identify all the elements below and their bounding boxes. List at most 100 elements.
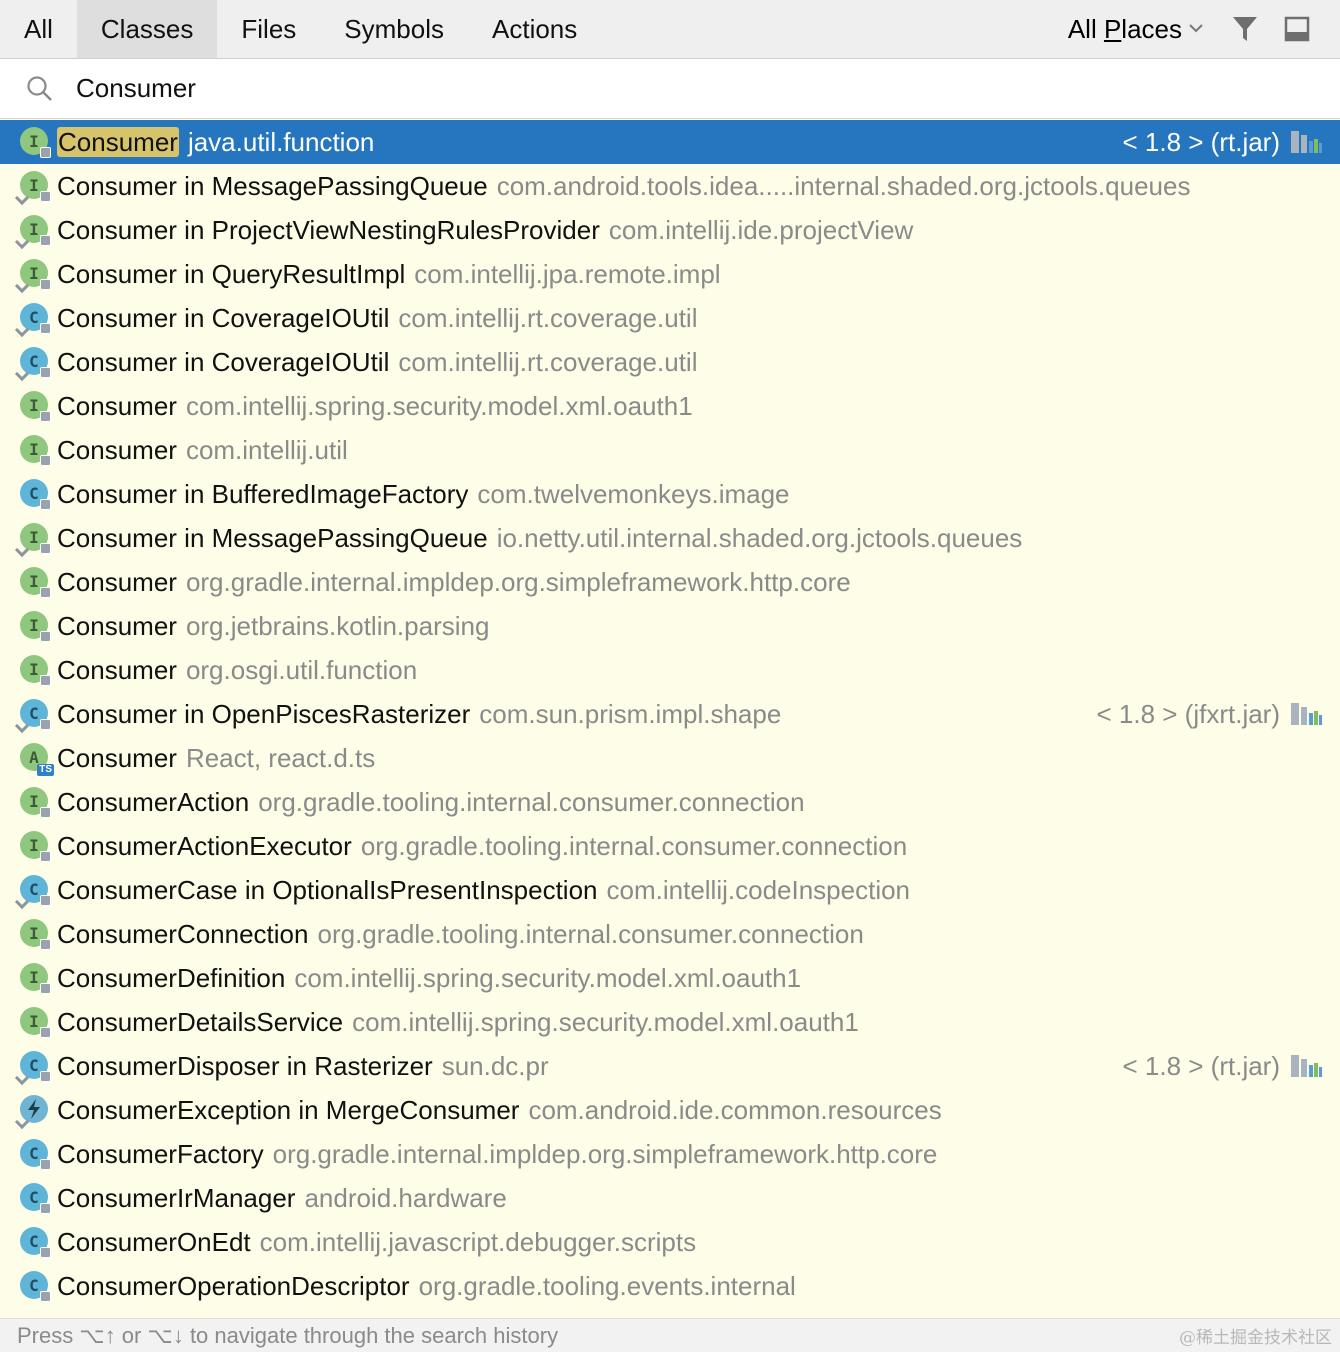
result-name: Consumer in MessagePassingQueue — [57, 523, 488, 554]
result-row[interactable]: ConsumerException in MergeConsumer com.an… — [0, 1088, 1340, 1132]
result-name-match: Consumer — [57, 742, 177, 773]
result-row[interactable]: C ConsumerOnEdt com.intellij.javascript.de… — [0, 1220, 1340, 1264]
result-package: io.netty.util.internal.shaded.org.jctool… — [496, 522, 1023, 553]
tab-actions[interactable]: Actions — [468, 0, 601, 58]
result-name-rest: in MessagePassingQueue — [176, 170, 488, 201]
result-name-match: Consumer — [57, 170, 177, 201]
result-name: Consumer in QueryResultImpl — [57, 259, 405, 290]
interface-icon: I — [14, 215, 51, 250]
result-name-match: Consumer — [57, 346, 177, 377]
result-name: Consumer — [57, 435, 177, 466]
result-name-rest: in BufferedImageFactory — [176, 478, 469, 509]
tab-classes[interactable]: Classes — [76, 0, 218, 58]
interface-icon: I — [20, 655, 51, 686]
scope-label-mnemonic: P — [1103, 13, 1122, 44]
search-everywhere-tabbar: All Classes Files Symbols Actions All Pl… — [0, 0, 1340, 59]
result-name-match: Consumer — [57, 874, 177, 905]
result-name-rest: IrManager — [176, 1182, 296, 1213]
result-row[interactable]: I Consumer in MessagePassingQueue com.andr… — [0, 164, 1340, 208]
tab-all[interactable]: All — [0, 0, 77, 58]
class-icon: C — [14, 347, 51, 382]
result-package: org.gradle.tooling.internal.consumer.con… — [258, 786, 805, 817]
result-name-rest: in CoverageIOUtil — [176, 302, 390, 333]
result-name: Consumer in BufferedImageFactory — [57, 479, 468, 510]
interface-icon: I — [20, 919, 51, 950]
result-package: com.twelvemonkeys.image — [477, 478, 790, 509]
result-row[interactable]: I Consumer com.intellij.util — [0, 428, 1340, 472]
result-row[interactable]: C ConsumerOperationDescriptor org.gradle.t… — [0, 1264, 1340, 1308]
result-library-location: < 1.8 > (jfxrt.jar) — [1096, 698, 1281, 729]
search-input[interactable] — [76, 73, 1276, 104]
result-name-rest: in ProjectViewNestingRulesProvider — [176, 214, 600, 245]
result-name: Consumer in MessagePassingQueue — [57, 171, 488, 202]
result-name-rest: Disposer in Rasterizer — [176, 1050, 433, 1081]
result-name-match: Consumer — [57, 390, 177, 421]
result-package: org.gradle.tooling.internal.consumer.con… — [360, 830, 908, 861]
interface-icon: I — [20, 1007, 51, 1038]
result-row[interactable]: I Consumer org.osgi.util.function — [0, 648, 1340, 692]
interface-icon: I — [20, 611, 51, 642]
result-row[interactable]: I ConsumerDefinition com.intellij.spring.s… — [0, 956, 1340, 1000]
result-row[interactable]: I ConsumerAction org.gradle.tooling.intern… — [0, 780, 1340, 824]
result-name-match: Consumer — [57, 786, 177, 817]
interface-icon: I — [20, 127, 51, 158]
result-name: Consumer in ProjectViewNestingRulesProvi… — [57, 215, 600, 246]
interface-icon: I — [20, 567, 51, 598]
result-package: com.intellij.codeInspection — [606, 874, 911, 905]
result-row[interactable]: I Consumer org.jetbrains.kotlin.parsing — [0, 604, 1340, 648]
result-package: com.sun.prism.impl.shape — [479, 698, 782, 729]
result-name-rest: Case in OptionalIsPresentInspection — [176, 874, 598, 905]
scope-label-prefix: All — [1067, 13, 1104, 44]
class-icon: C — [14, 303, 51, 338]
result-name-match: Consumer — [57, 654, 177, 685]
library-icon — [1290, 1053, 1322, 1079]
result-row[interactable]: C ConsumerFactory org.gradle.internal.impl… — [0, 1132, 1340, 1176]
result-name-match: Consumer — [57, 698, 177, 729]
result-row[interactable]: I ConsumerActionExecutor org.gradle.toolin… — [0, 824, 1340, 868]
result-row[interactable]: C Consumer in BufferedImageFactory com.twe… — [0, 472, 1340, 516]
scope-label-suffix: laces — [1121, 13, 1182, 44]
result-package: com.intellij.rt.coverage.util — [398, 346, 698, 377]
result-row[interactable]: I Consumer in QueryResultImpl com.intellij… — [0, 252, 1340, 296]
result-name-match: Consumer — [57, 522, 177, 553]
interface-icon: I — [20, 391, 51, 422]
result-row[interactable]: I Consumer java.util.function < 1.8 > (rt.j… — [0, 120, 1340, 164]
result-name: ConsumerCase in OptionalIsPresentInspect… — [57, 875, 598, 906]
result-name: ConsumerActionExecutor — [57, 831, 352, 862]
result-row[interactable]: C ConsumerIrManager android.hardware — [0, 1176, 1340, 1220]
result-name-rest: in QueryResultImpl — [176, 258, 406, 289]
result-row[interactable]: C Consumer in CoverageIOUtil com.intellij.… — [0, 296, 1340, 340]
result-row[interactable]: I Consumer in MessagePassingQueue io.netty… — [0, 516, 1340, 560]
preview-panel-icon[interactable] — [1282, 14, 1312, 44]
result-row[interactable]: I Consumer in ProjectViewNestingRulesProv… — [0, 208, 1340, 252]
scope-dropdown[interactable]: All Places — [1068, 14, 1204, 45]
result-name: ConsumerFactory — [57, 1139, 264, 1170]
result-row[interactable]: C ConsumerDisposer in Rasterizer sun.dc.pr… — [0, 1044, 1340, 1088]
library-icon — [1290, 701, 1322, 727]
tab-symbols[interactable]: Symbols — [320, 0, 468, 58]
result-row[interactable]: I ConsumerConnection org.gradle.tooling.in… — [0, 912, 1340, 956]
result-name-match: Consumer — [57, 830, 177, 861]
result-row[interactable]: C ConsumerCase in OptionalIsPresentInspec… — [0, 868, 1340, 912]
result-row[interactable]: I Consumer com.intellij.spring.security.mo… — [0, 384, 1340, 428]
filter-icon[interactable] — [1230, 14, 1260, 44]
result-row[interactable]: I Consumer org.gradle.internal.impldep.org… — [0, 560, 1340, 604]
tab-files[interactable]: Files — [217, 0, 320, 58]
class-icon: C — [20, 1271, 51, 1302]
result-row[interactable]: C Consumer in OpenPiscesRasterizer com.sun… — [0, 692, 1340, 736]
result-name-match: Consumer — [57, 214, 177, 245]
result-row[interactable]: I ConsumerDetailsService com.intellij.spri… — [0, 1000, 1340, 1044]
result-name: Consumer — [57, 611, 177, 642]
typescript-icon: A TS — [20, 743, 54, 776]
result-name-match: Consumer — [57, 1226, 177, 1257]
result-package: java.util.function — [187, 126, 375, 157]
result-row[interactable]: A TS Consumer React, react.d.ts — [0, 736, 1340, 780]
class-icon: C — [14, 699, 51, 734]
result-name-rest: Connection — [176, 918, 309, 949]
result-row[interactable]: C Consumer in CoverageIOUtil com.intellij.… — [0, 340, 1340, 384]
result-name: Consumer in CoverageIOUtil — [57, 347, 389, 378]
result-name-match: Consumer — [57, 1006, 177, 1037]
result-name-rest: Action — [176, 786, 250, 817]
result-name-rest: in OpenPiscesRasterizer — [176, 698, 471, 729]
tabbar-tools: All Places — [1068, 0, 1340, 58]
